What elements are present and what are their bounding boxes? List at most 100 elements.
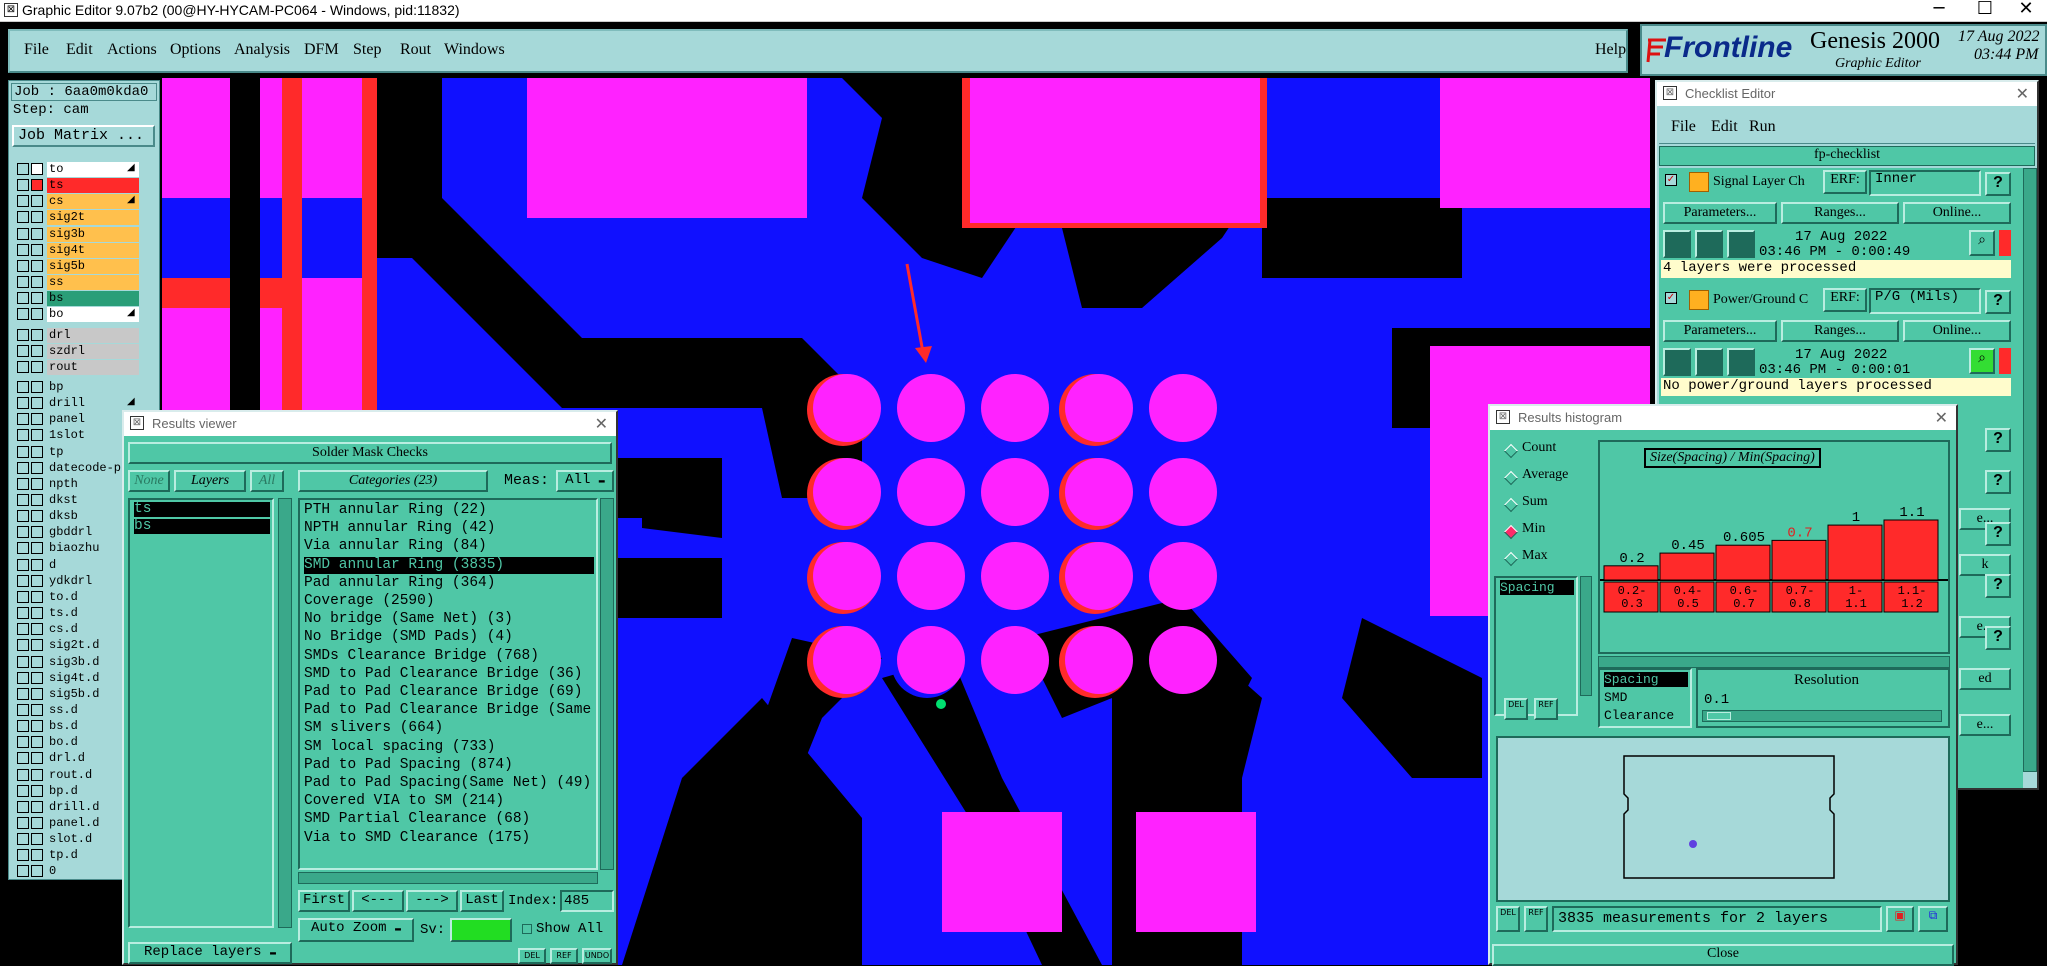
layer-name-drl[interactable]: drl — [47, 327, 139, 343]
layer-affected-checkbox[interactable] — [31, 703, 43, 716]
mode-radio-average[interactable] — [1503, 470, 1519, 486]
category-item[interactable]: No bridge (Same Net) (3) — [304, 611, 513, 628]
layer-name-sig4t[interactable]: sig4t — [47, 242, 139, 258]
layer-affected-checkbox[interactable] — [31, 429, 43, 442]
layer-visibility-checkbox[interactable] — [17, 360, 29, 373]
layer-result-list[interactable]: ts bs — [128, 498, 274, 928]
layer-visibility-checkbox[interactable] — [17, 558, 29, 571]
first-button[interactable]: First — [298, 890, 350, 912]
layer-visibility-checkbox[interactable] — [17, 163, 29, 175]
menu-help[interactable]: Help — [1595, 41, 1626, 59]
layer-row[interactable]: szdrl — [9, 343, 159, 359]
layer-affected-checkbox[interactable] — [31, 461, 43, 474]
histogram-close-button[interactable]: Close — [1492, 944, 1954, 966]
layer-affected-checkbox[interactable] — [31, 227, 43, 240]
layer-list-scrollbar[interactable] — [278, 498, 292, 928]
layer-affected-checkbox[interactable] — [31, 477, 43, 490]
hidden-row-button[interactable]: k — [1959, 554, 2011, 576]
layer-row[interactable]: cs ◢ — [9, 193, 159, 210]
close-icon[interactable]: ✕ — [595, 414, 608, 433]
layer-visibility-checkbox[interactable] — [17, 687, 29, 700]
layer-row[interactable]: bp — [9, 379, 159, 395]
job-matrix-button[interactable]: Job Matrix ... — [12, 125, 155, 147]
zoom-area-icon[interactable]: ⧉ — [1918, 906, 1948, 932]
layer-visibility-checkbox[interactable] — [17, 308, 29, 321]
online-button[interactable]: Online... — [1903, 320, 2011, 342]
category-item[interactable]: No Bridge (SMD Pads) (4) — [304, 629, 513, 646]
histogram-bar[interactable] — [1715, 544, 1771, 581]
mode-radio-sum[interactable] — [1503, 497, 1519, 513]
meas-dropdown[interactable]: All ▬ — [556, 470, 614, 492]
layer-affected-checkbox[interactable] — [31, 639, 43, 652]
close-button[interactable]: ✕ — [2003, 0, 2047, 20]
layer-visibility-checkbox[interactable] — [17, 344, 29, 357]
zoom-fit-icon[interactable]: ▣ — [1886, 906, 1914, 932]
layer-visibility-checkbox[interactable] — [17, 720, 29, 733]
layer-visibility-checkbox[interactable] — [17, 445, 29, 458]
ref-button[interactable]: REF — [550, 948, 578, 964]
layer-visibility-checkbox[interactable] — [17, 833, 29, 846]
close-icon[interactable]: ✕ — [1935, 408, 1948, 427]
layer-name-drill[interactable]: drill — [47, 396, 139, 412]
layer-visibility-checkbox[interactable] — [17, 510, 29, 523]
checklist-menu-file[interactable]: File — [1671, 118, 1696, 136]
layer-row[interactable]: rout — [9, 359, 159, 375]
auto-zoom-dropdown[interactable]: Auto Zoom ▬ — [298, 918, 414, 942]
layer-visibility-checkbox[interactable] — [17, 703, 29, 716]
layer-affected-checkbox[interactable] — [31, 276, 43, 289]
layer-row[interactable]: sig2t — [9, 209, 159, 226]
attr-del-button[interactable]: DEL — [1504, 698, 1528, 720]
layer-name-ss[interactable]: ss — [47, 275, 139, 291]
ranges-button[interactable]: Ranges... — [1781, 320, 1899, 342]
hidden-row-button[interactable]: e... — [1959, 714, 2011, 736]
attr-list[interactable]: Spacing — [1494, 576, 1578, 716]
ranges-button[interactable]: Ranges... — [1781, 202, 1899, 224]
category-item[interactable]: SMD annular Ring (3835) — [304, 556, 594, 574]
layer-visibility-checkbox[interactable] — [17, 179, 29, 192]
next-button[interactable]: ---> — [406, 890, 458, 912]
layer-affected-checkbox[interactable] — [31, 623, 43, 636]
category-item[interactable]: SMD Partial Clearance (68) — [304, 811, 530, 828]
layer-name-to[interactable]: to — [47, 162, 139, 177]
layer-affected-checkbox[interactable] — [31, 211, 43, 224]
layer-affected-checkbox[interactable] — [31, 526, 43, 539]
layer-affected-checkbox[interactable] — [31, 833, 43, 846]
layer-row[interactable]: ss — [9, 274, 159, 291]
layer-affected-checkbox[interactable] — [31, 752, 43, 765]
prev-button[interactable]: <--- — [352, 890, 404, 912]
layer-affected-checkbox[interactable] — [31, 687, 43, 700]
layer-affected-checkbox[interactable] — [31, 510, 43, 523]
layer-visibility-checkbox[interactable] — [17, 639, 29, 652]
category-item[interactable]: Pad to Pad Spacing (874) — [304, 757, 513, 774]
show-all-checkbox[interactable] — [522, 924, 532, 934]
erf-input[interactable]: Inner — [1869, 170, 1981, 196]
resolution-slider-thumb[interactable] — [1707, 712, 1731, 720]
category-item[interactable]: SM slivers (664) — [304, 720, 443, 737]
layer-visibility-checkbox[interactable] — [17, 195, 29, 208]
sort-list[interactable]: Spacing SMD Clearance — [1598, 668, 1692, 728]
check-help-button[interactable]: ? — [1985, 290, 2011, 314]
parameters-button[interactable]: Parameters... — [1663, 202, 1777, 224]
checklist-menu-edit[interactable]: Edit — [1711, 118, 1738, 136]
layer-visibility-checkbox[interactable] — [17, 292, 29, 305]
layer-name-bp[interactable]: bp — [47, 379, 139, 395]
layer-affected-checkbox[interactable] — [31, 590, 43, 603]
categories-button[interactable]: Categories (23) — [298, 470, 488, 492]
layer-name-sig3b[interactable]: sig3b — [47, 226, 139, 242]
hidden-help-button[interactable]: ? — [1985, 522, 2011, 546]
layer-affected-checkbox[interactable] — [31, 494, 43, 506]
layer-affected-checkbox[interactable] — [31, 380, 43, 393]
layer-affected-checkbox[interactable] — [31, 179, 43, 192]
category-item[interactable]: Pad to Pad Clearance Bridge (Same — [304, 702, 591, 719]
run-icon[interactable] — [1727, 348, 1755, 376]
replace-layers-dropdown[interactable]: Replace layers ▬ — [128, 942, 292, 964]
category-hscrollbar[interactable] — [298, 872, 598, 884]
all-button[interactable]: All — [250, 470, 284, 492]
layer-affected-checkbox[interactable] — [31, 849, 43, 862]
zoom-results-icon[interactable]: ⌕ — [1969, 230, 1995, 256]
layer-visibility-checkbox[interactable] — [17, 623, 29, 636]
checklist-scrollbar[interactable] — [2023, 168, 2037, 772]
layer-visibility-checkbox[interactable] — [17, 259, 29, 272]
layer-affected-checkbox[interactable] — [31, 344, 43, 357]
category-item[interactable]: PTH annular Ring (22) — [304, 502, 487, 519]
